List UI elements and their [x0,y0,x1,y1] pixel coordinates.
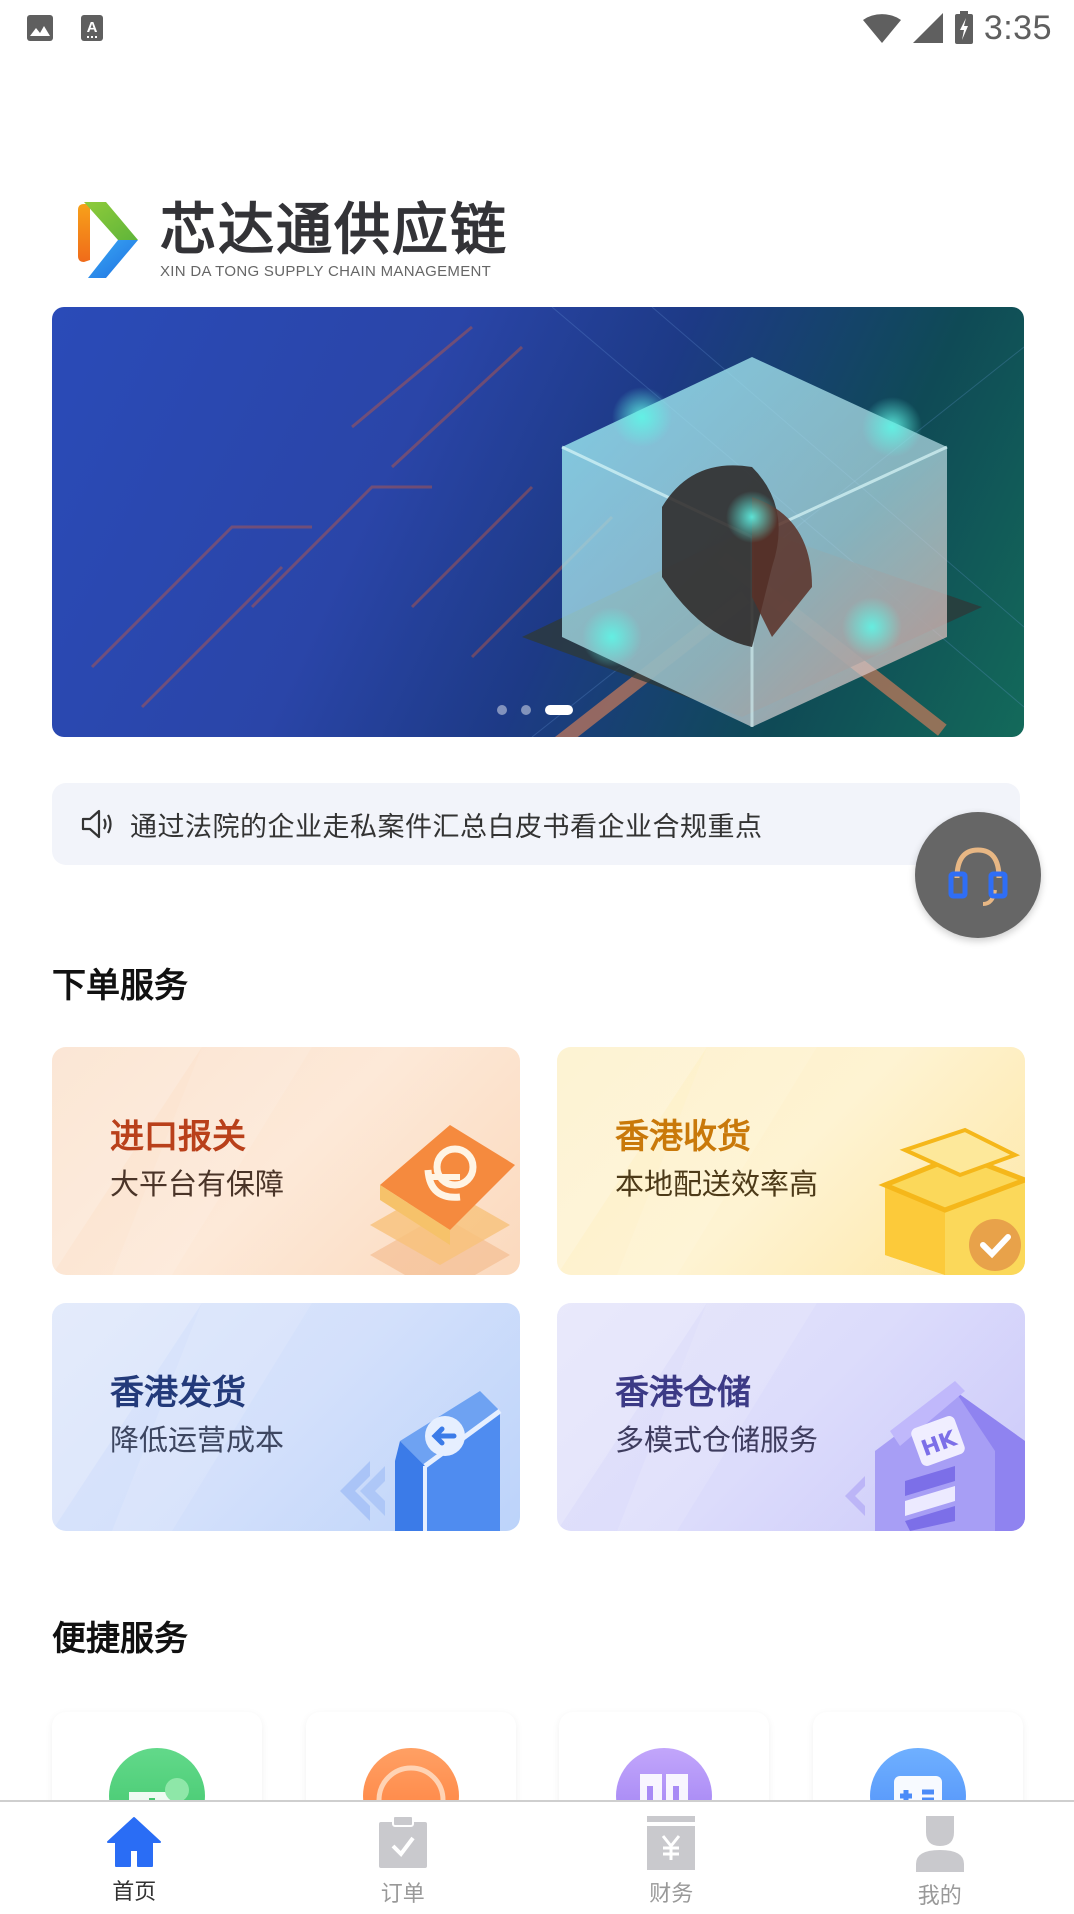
battery-charging-icon [954,11,973,44]
tab-orders[interactable]: 订单 [269,1802,538,1914]
carousel-dot[interactable] [521,705,531,715]
clock: 3:35 [983,8,1052,47]
service-card-hk-warehousing[interactable]: 香港仓储 多模式仓储服务 HK [557,1303,1025,1531]
card-subtitle: 大平台有保障 [110,1167,285,1201]
card-subtitle: 本地配送效率高 [615,1167,819,1201]
service-card-hk-receiving[interactable]: 香港收货 本地配送效率高 [557,1047,1025,1275]
status-bar: A 3:35 [0,0,1074,56]
user-icon [915,1816,964,1872]
finance-yen-icon [647,1816,696,1870]
speaker-icon [81,809,112,839]
card-subtitle: 降低运营成本 [110,1423,285,1457]
clipboard-check-icon [378,1816,427,1868]
card-title: 进口报关 [110,1117,246,1157]
carousel-indicator [497,705,573,715]
brand-name-cn: 芯达通供应链 [160,197,508,263]
order-services-title: 下单服务 [52,966,188,1006]
package-receive-icon [878,1127,1025,1275]
carousel-dot[interactable] [497,705,507,715]
cell-signal-icon [912,13,943,43]
card-title: 香港仓储 [615,1373,751,1413]
service-card-import-customs[interactable]: 进口报关 大平台有保障 [52,1047,520,1275]
card-title: 香港发货 [110,1373,246,1413]
promo-banner-carousel[interactable] [52,307,1024,737]
quick-services-title: 便捷服务 [52,1619,188,1659]
tab-finance[interactable]: 财务 [537,1802,806,1914]
brand-logo: 芯达通供应链 XIN DA TONG SUPPLY CHAIN MANAGEME… [76,200,508,280]
card-title: 香港收货 [615,1117,751,1157]
tab-label: 首页 [112,1880,157,1905]
bottom-tab-bar: 首页 订单 财务 我的 [0,1800,1074,1914]
customs-clearance-icon [370,1125,515,1275]
tab-label: 订单 [380,1882,425,1907]
svg-text:A: A [87,19,98,36]
announcement-text: 通过法院的企业走私案件汇总白皮书看企业合规重点 [130,811,763,843]
logo-mark-icon [78,202,138,278]
banner-chip-illustration [90,307,1024,737]
card-subtitle: 多模式仓储服务 [615,1423,819,1457]
image-icon [27,15,53,41]
headset-icon [948,847,1008,906]
warehouse-hk-icon: HK [845,1381,1025,1531]
announcement-bar[interactable]: 通过法院的企业走私案件汇总白皮书看企业合规重点 [52,783,1020,865]
carousel-dot-active[interactable] [545,705,573,715]
tab-profile[interactable]: 我的 [806,1802,1074,1914]
font-download-icon: A [81,15,103,41]
shipping-box-icon [340,1391,502,1531]
customer-support-button[interactable] [915,812,1041,938]
service-card-hk-shipping[interactable]: 香港发货 降低运营成本 [52,1303,520,1531]
brand-name-en: XIN DA TONG SUPPLY CHAIN MANAGEMENT [160,262,492,280]
tab-label: 我的 [917,1884,962,1909]
home-icon [107,1817,162,1867]
tab-home[interactable]: 首页 [0,1802,269,1914]
tab-label: 财务 [649,1882,694,1907]
wifi-icon [862,14,901,44]
